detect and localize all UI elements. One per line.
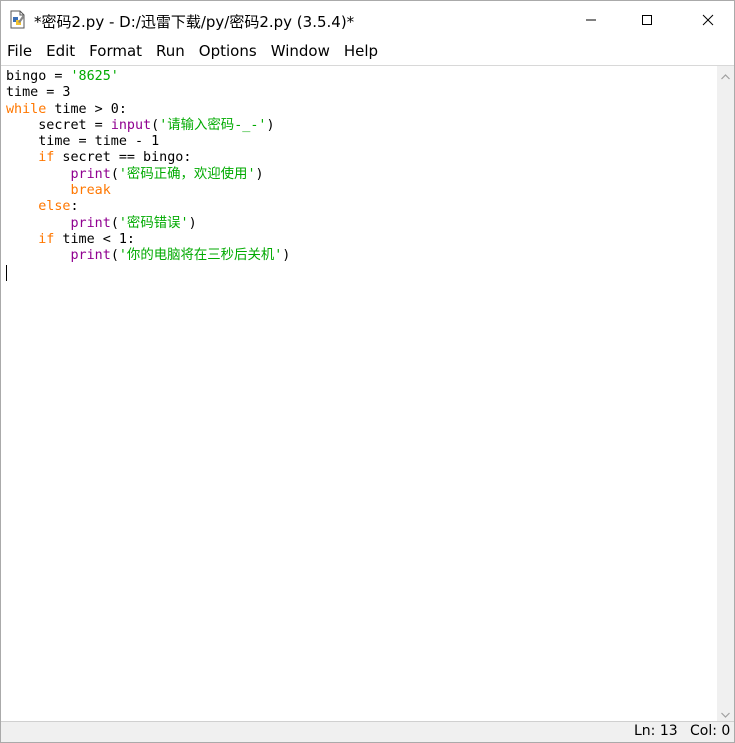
title-bar[interactable]: *密码2.py - D:/迅雷下载/py/密码2.py (3.5.4)*: [1, 1, 734, 39]
code-token: secret == bingo:: [54, 150, 192, 166]
idle-editor-window: *密码2.py - D:/迅雷下载/py/密码2.py (3.5.4)* Fil…: [0, 0, 735, 743]
idle-document-icon[interactable]: [9, 10, 27, 29]
code-token: :: [70, 199, 79, 215]
code-token: ): [282, 248, 291, 264]
code-builtin: input: [110, 117, 152, 133]
vertical-scrollbar[interactable]: [717, 65, 734, 721]
code-token: (: [110, 215, 119, 231]
code-string: '密码正确，欢迎使用': [118, 166, 256, 182]
menu-window[interactable]: Window: [264, 39, 337, 64]
code-token: bingo =: [6, 69, 71, 84]
menu-help[interactable]: Help: [337, 39, 385, 64]
scroll-up-arrow-icon: [721, 65, 730, 84]
code-line[interactable]: else:: [6, 199, 290, 215]
code-text[interactable]: bingo = '8625' time = 3 while time > 0: se…: [6, 69, 290, 281]
text-cursor: [6, 264, 7, 281]
code-line[interactable]: print('密码正确，欢迎使用'): [6, 167, 290, 183]
close-icon: [702, 14, 714, 26]
code-line[interactable]: [6, 264, 290, 281]
code-line[interactable]: print('密码错误'): [6, 216, 290, 232]
code-token: time < 1:: [54, 231, 135, 247]
code-keyword: if: [38, 231, 55, 247]
status-line-number: Ln: 13: [634, 723, 678, 739]
code-line[interactable]: if time < 1:: [6, 232, 290, 248]
code-line[interactable]: bingo = '8625': [6, 69, 290, 85]
code-keyword: break: [70, 183, 111, 199]
code-keyword: while: [6, 101, 47, 117]
maximize-icon: [641, 14, 653, 26]
code-builtin: print: [70, 166, 111, 182]
menu-run[interactable]: Run: [149, 39, 192, 64]
code-token: ): [266, 117, 275, 133]
menu-format[interactable]: Format: [82, 39, 149, 64]
code-token: (: [110, 248, 119, 264]
code-line[interactable]: time = 3: [6, 85, 290, 101]
code-string: '请输入密码-_-': [159, 117, 267, 133]
code-token: time = time - 1: [6, 134, 160, 150]
code-editor[interactable]: bingo = '8625' time = 3 while time > 0: se…: [1, 65, 717, 721]
code-token: time = 3: [6, 85, 71, 101]
status-column-number: Col: 0: [690, 723, 731, 739]
minimize-button[interactable]: [568, 1, 614, 39]
code-string: '密码错误': [118, 215, 189, 231]
code-builtin: print: [70, 248, 111, 264]
code-token: (: [151, 117, 160, 133]
window-title: *密码2.py - D:/迅雷下载/py/密码2.py (3.5.4)*: [34, 13, 355, 31]
code-token: ): [188, 215, 197, 231]
code-line[interactable]: time = time - 1: [6, 134, 290, 150]
code-keyword: if: [38, 150, 55, 166]
code-line[interactable]: print('你的电脑将在三秒后关机'): [6, 248, 291, 264]
scroll-down-button[interactable]: [717, 704, 734, 721]
code-line[interactable]: secret = input('请输入密码-_-'): [6, 118, 290, 134]
menu-edit[interactable]: Edit: [39, 39, 82, 64]
code-builtin: print: [70, 215, 111, 231]
close-button[interactable]: [685, 1, 731, 39]
code-token: (: [110, 166, 119, 182]
code-line[interactable]: if secret == bingo:: [6, 150, 290, 166]
menu-file[interactable]: File: [1, 39, 39, 64]
code-line[interactable]: while time > 0:: [6, 102, 290, 118]
code-token: secret =: [6, 117, 111, 133]
scroll-down-arrow-icon: [721, 703, 730, 722]
code-token: time > 0:: [46, 101, 127, 117]
code-line[interactable]: break: [6, 183, 290, 199]
code-string: '8625': [70, 69, 119, 84]
status-bar: Ln: 13 Col: 0: [1, 721, 734, 742]
minimize-icon: [585, 14, 597, 26]
menu-bar: File Edit Format Run Options Window Help: [1, 39, 734, 64]
scroll-up-button[interactable]: [717, 66, 734, 83]
code-token: ): [255, 166, 264, 182]
code-keyword: else: [38, 199, 71, 215]
menu-options[interactable]: Options: [192, 39, 264, 64]
maximize-button[interactable]: [624, 1, 670, 39]
code-string: '你的电脑将在三秒后关机': [118, 248, 283, 264]
